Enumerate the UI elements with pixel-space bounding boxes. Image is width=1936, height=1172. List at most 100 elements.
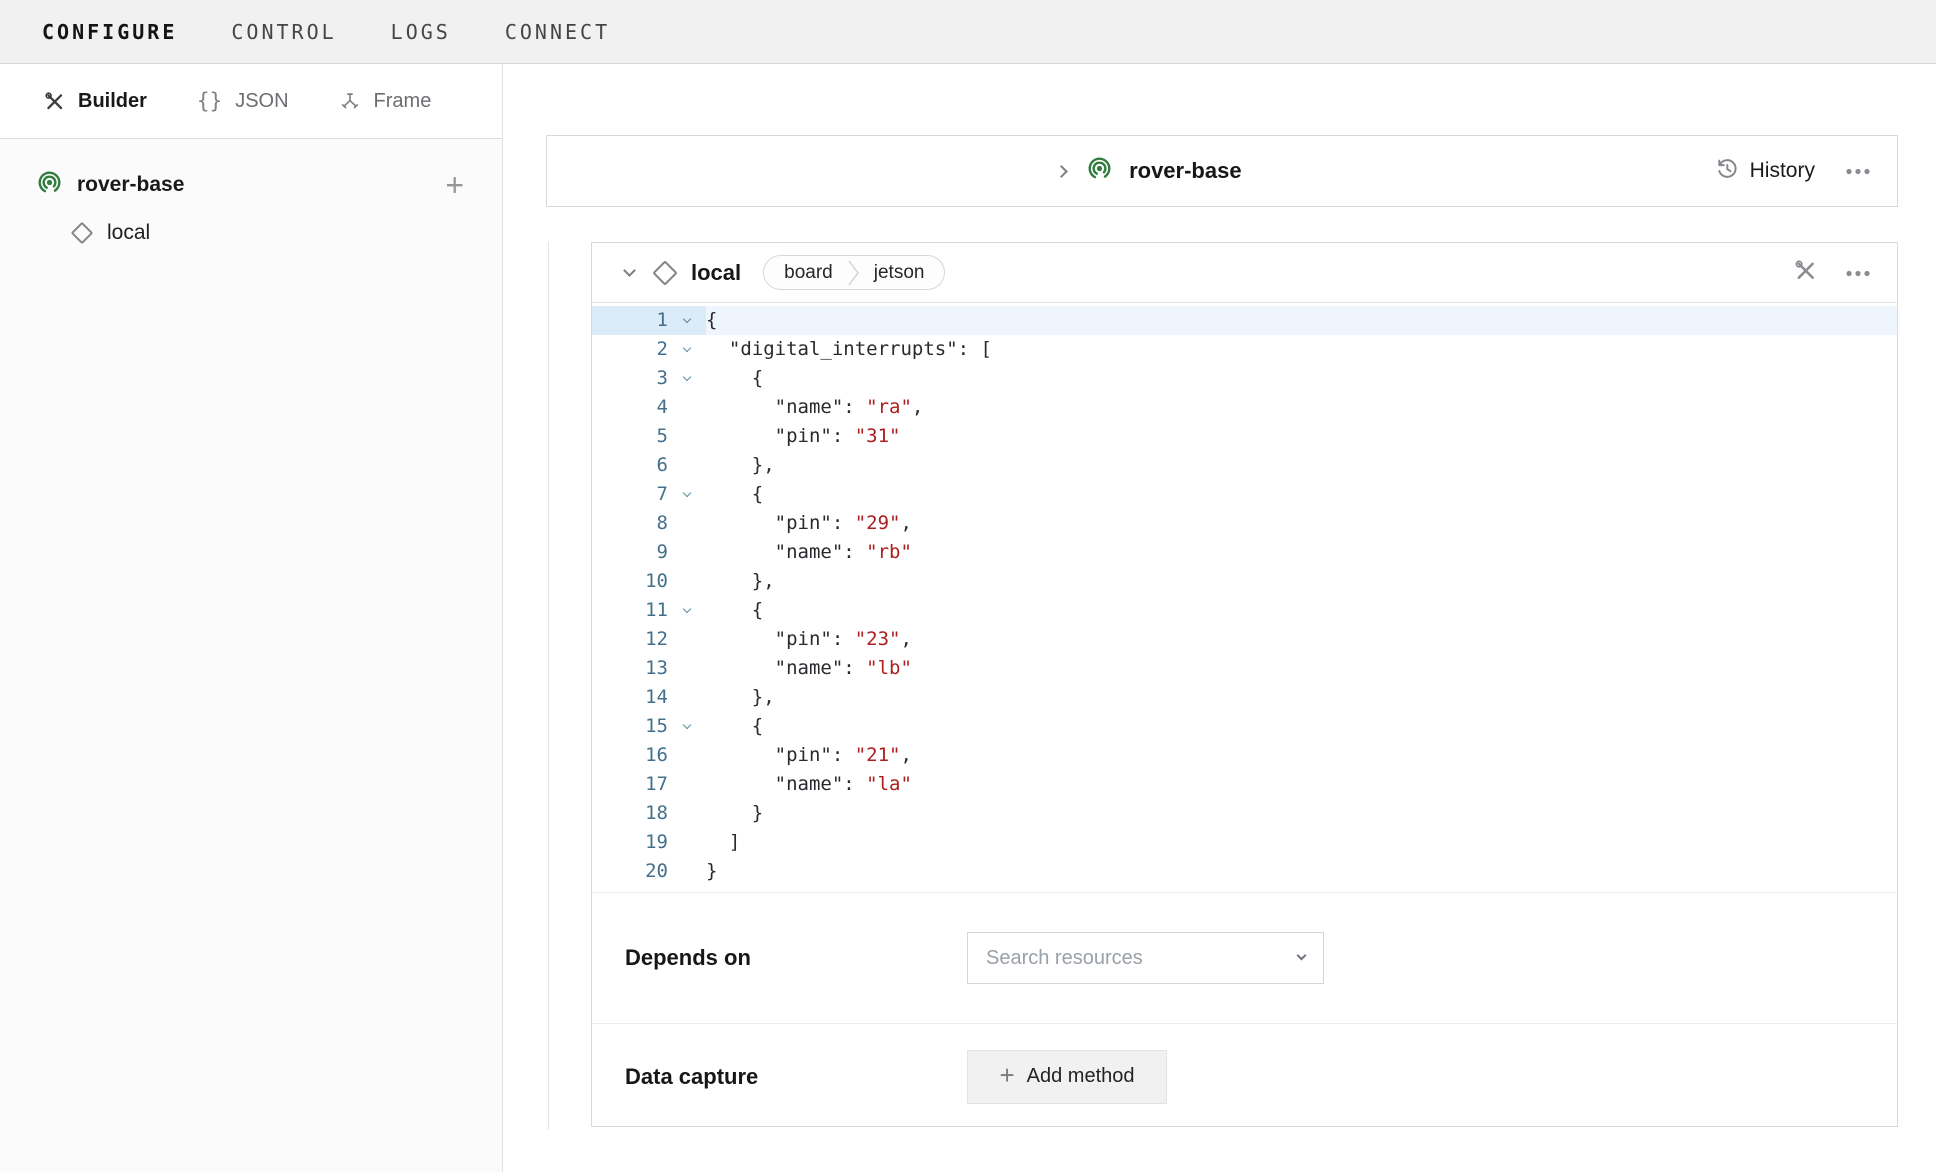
config-mode-toolbar: Builder {} JSON Frame xyxy=(0,64,502,139)
sidebar-machine-row[interactable]: rover-base + xyxy=(0,169,502,201)
line-number: 5 xyxy=(592,422,668,451)
fold-spacer xyxy=(668,538,706,567)
editor-line[interactable]: 2 "digital_interrupts": [ xyxy=(592,335,1897,364)
fold-chevron-icon[interactable] xyxy=(668,335,706,364)
code-line-text: { xyxy=(706,480,1897,509)
mode-builder[interactable]: Builder xyxy=(44,90,147,113)
line-number: 17 xyxy=(592,770,668,799)
badge-separator xyxy=(848,260,859,286)
editor-line[interactable]: 7 { xyxy=(592,480,1897,509)
data-capture-section: Data capture + Add method xyxy=(592,1024,1897,1129)
chevron-down-icon xyxy=(1297,951,1307,961)
editor-line[interactable]: 17 "name": "la" xyxy=(592,770,1897,799)
code-line-text: "name": "ra", xyxy=(706,393,1897,422)
editor-line[interactable]: 4 "name": "ra", xyxy=(592,393,1897,422)
tools-icon[interactable] xyxy=(1794,259,1817,287)
resource-card-menu-icon[interactable] xyxy=(1845,264,1871,282)
mode-json[interactable]: {} JSON xyxy=(197,89,289,113)
chevron-right-icon[interactable] xyxy=(1055,165,1068,178)
editor-line[interactable]: 1{ xyxy=(592,306,1897,335)
component-diamond-icon xyxy=(652,260,677,285)
fold-chevron-icon[interactable] xyxy=(668,596,706,625)
search-resources-input[interactable] xyxy=(986,947,1288,970)
editor-line[interactable]: 8 "pin": "29", xyxy=(592,509,1897,538)
code-line-text: "digital_interrupts": [ xyxy=(706,335,1897,364)
code-line-text: }, xyxy=(706,567,1897,596)
depends-on-label: Depends on xyxy=(625,945,967,971)
sidebar-item-label: local xyxy=(107,221,150,245)
tab-connect[interactable]: CONNECT xyxy=(505,20,610,44)
fold-chevron-icon[interactable] xyxy=(668,306,706,335)
add-resource-button[interactable]: + xyxy=(445,175,464,195)
editor-line[interactable]: 5 "pin": "31" xyxy=(592,422,1897,451)
code-line-text: } xyxy=(706,857,1897,886)
editor-line[interactable]: 14 }, xyxy=(592,683,1897,712)
line-number: 6 xyxy=(592,451,668,480)
line-number: 2 xyxy=(592,335,668,364)
editor-line[interactable]: 6 }, xyxy=(592,451,1897,480)
fold-spacer xyxy=(668,393,706,422)
fold-spacer xyxy=(668,741,706,770)
history-icon xyxy=(1714,156,1739,186)
fold-spacer xyxy=(668,567,706,596)
fold-spacer xyxy=(668,625,706,654)
fold-spacer xyxy=(668,451,706,480)
line-number: 19 xyxy=(592,828,668,857)
add-method-button[interactable]: + Add method xyxy=(967,1050,1167,1104)
tools-icon xyxy=(44,91,65,112)
fold-chevron-icon[interactable] xyxy=(668,480,706,509)
tree-indent-guide xyxy=(548,242,549,1130)
machine-icon xyxy=(1086,155,1113,187)
fold-spacer xyxy=(668,654,706,683)
editor-line[interactable]: 9 "name": "rb" xyxy=(592,538,1897,567)
editor-line[interactable]: 10 }, xyxy=(592,567,1897,596)
plus-icon: + xyxy=(999,1060,1014,1091)
tab-logs[interactable]: LOGS xyxy=(391,20,451,44)
line-number: 12 xyxy=(592,625,668,654)
fold-spacer xyxy=(668,799,706,828)
fold-spacer xyxy=(668,683,706,712)
editor-line[interactable]: 12 "pin": "23", xyxy=(592,625,1897,654)
code-line-text: { xyxy=(706,712,1897,741)
editor-line[interactable]: 11 { xyxy=(592,596,1897,625)
code-line-text: { xyxy=(706,306,1897,335)
mode-frame[interactable]: Frame xyxy=(339,90,432,113)
chevron-down-icon[interactable] xyxy=(623,264,636,277)
fold-spacer xyxy=(668,770,706,799)
resource-card-title: local xyxy=(691,260,741,286)
history-button[interactable]: History xyxy=(1714,156,1815,186)
line-number: 3 xyxy=(592,364,668,393)
data-capture-label: Data capture xyxy=(625,1064,967,1090)
line-number: 15 xyxy=(592,712,668,741)
line-number: 16 xyxy=(592,741,668,770)
line-number: 18 xyxy=(592,799,668,828)
editor-line[interactable]: 20} xyxy=(592,857,1897,886)
top-nav: CONFIGURE CONTROL LOGS CONNECT xyxy=(0,0,1936,64)
depends-on-select[interactable] xyxy=(967,932,1324,984)
editor-line[interactable]: 16 "pin": "21", xyxy=(592,741,1897,770)
editor-line[interactable]: 3 { xyxy=(592,364,1897,393)
sidebar-machine-name: rover-base xyxy=(77,173,431,197)
tab-configure[interactable]: CONFIGURE xyxy=(42,20,177,44)
app-window: CONFIGURE CONTROL LOGS CONNECT Builder xyxy=(0,0,1936,1172)
braces-icon: {} xyxy=(197,89,222,113)
line-number: 4 xyxy=(592,393,668,422)
fold-chevron-icon[interactable] xyxy=(668,364,706,393)
code-line-text: }, xyxy=(706,451,1897,480)
editor-line[interactable]: 19 ] xyxy=(592,828,1897,857)
code-line-text: "pin": "21", xyxy=(706,741,1897,770)
sidebar-item-local[interactable]: local xyxy=(0,201,502,245)
tab-control[interactable]: CONTROL xyxy=(231,20,336,44)
fold-chevron-icon[interactable] xyxy=(668,712,706,741)
line-number: 14 xyxy=(592,683,668,712)
line-number: 13 xyxy=(592,654,668,683)
line-number: 9 xyxy=(592,538,668,567)
editor-line[interactable]: 18 } xyxy=(592,799,1897,828)
editor-line[interactable]: 13 "name": "lb" xyxy=(592,654,1897,683)
badge-model: jetson xyxy=(874,262,925,284)
editor-line[interactable]: 15 { xyxy=(592,712,1897,741)
code-editor[interactable]: 1{2 "digital_interrupts": [3 {4 "name": … xyxy=(592,303,1897,893)
code-line-text: "name": "rb" xyxy=(706,538,1897,567)
code-line-text: ] xyxy=(706,828,1897,857)
machine-card-menu-icon[interactable] xyxy=(1845,162,1871,180)
